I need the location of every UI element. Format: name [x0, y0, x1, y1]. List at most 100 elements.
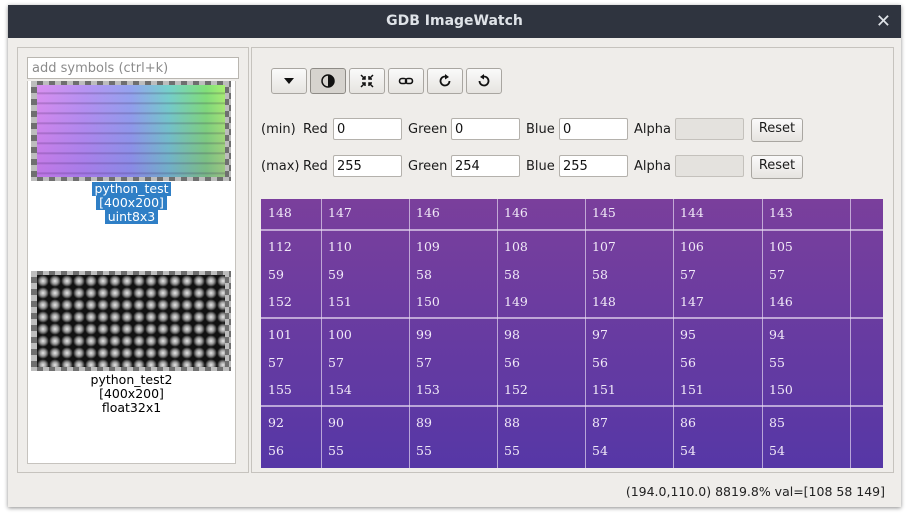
- min-red-label: Red: [303, 122, 328, 137]
- symbol-thumbnail: [31, 81, 231, 181]
- symbol-name: python_test2: [90, 372, 173, 387]
- max-reset-button[interactable]: Reset: [751, 155, 803, 179]
- max-blue-label: Blue: [526, 159, 555, 174]
- pixel-value: 155: [268, 382, 292, 397]
- pixel-value: 146: [769, 294, 793, 309]
- pixel-value: 154: [328, 382, 352, 397]
- status-readout: (194.0,110.0) 8819.8% val=[108 58 149]: [625, 484, 885, 499]
- dropdown-icon: [284, 78, 294, 84]
- title-bar: GDB ImageWatch ✕: [8, 5, 901, 38]
- min-label: (min): [261, 122, 296, 137]
- pixel-value: 59: [268, 266, 284, 282]
- pixel-grid-canvas[interactable]: 148 147 146 146 145 144 143 112 59 152 110 59 151 109…: [261, 199, 883, 468]
- pixel-value: 56: [680, 354, 696, 370]
- symbol-item-python-test2[interactable]: python_test2 [400x200] float32x1: [28, 271, 235, 421]
- pixel-value: 148: [268, 205, 292, 220]
- pixel-value: 57: [769, 266, 785, 282]
- min-green-label: Green: [408, 122, 448, 137]
- pixel-value: 146: [416, 205, 440, 220]
- max-green-input[interactable]: [451, 155, 520, 177]
- rotate-ccw-button[interactable]: [466, 68, 502, 94]
- grid-column-line: [585, 199, 586, 468]
- pixel-value: 85: [769, 415, 785, 430]
- shrink-icon: [360, 74, 374, 88]
- max-alpha-input: [675, 155, 744, 177]
- grid-row-line: [261, 229, 883, 231]
- min-red-input[interactable]: [333, 118, 402, 140]
- max-blue-input[interactable]: [559, 155, 628, 177]
- contrast-icon: [321, 74, 335, 88]
- min-alpha-input: [675, 118, 744, 140]
- pixel-value: 97: [592, 327, 608, 342]
- pixel-value: 150: [769, 382, 793, 397]
- pixel-value: 55: [504, 442, 520, 458]
- rotate-ccw-icon: [478, 74, 490, 87]
- link-icon: [398, 77, 414, 85]
- pixel-value: 99: [416, 327, 432, 342]
- close-icon[interactable]: ✕: [876, 5, 891, 38]
- min-alpha-label: Alpha: [634, 122, 671, 137]
- pixel-value: 95: [680, 327, 696, 342]
- pixel-value: 151: [592, 382, 616, 397]
- grid-column-line: [673, 199, 674, 468]
- pixel-value: 58: [504, 266, 520, 282]
- pixel-value: 143: [769, 205, 793, 220]
- grid-column-line: [321, 199, 322, 468]
- symbol-type: float32x1: [101, 400, 162, 415]
- pixel-value: 144: [680, 205, 704, 220]
- max-alpha-label: Alpha: [634, 159, 671, 174]
- grid-row-line: [261, 405, 883, 407]
- symbol-thumbnail: [31, 271, 231, 371]
- grid-row-line: [261, 317, 883, 319]
- dropdown-button[interactable]: [271, 68, 307, 94]
- symbol-list: python_test [400x200] uint8x3 python_tes…: [27, 81, 236, 464]
- pixel-value: 92: [268, 415, 284, 430]
- pixel-value: 57: [416, 354, 432, 370]
- rotate-cw-button[interactable]: [427, 68, 463, 94]
- pixel-value: 59: [328, 266, 344, 282]
- pixel-value: 54: [680, 442, 696, 458]
- pixel-value: 101: [268, 327, 292, 342]
- pixel-value: 90: [328, 415, 344, 430]
- pixel-value: 148: [592, 294, 616, 309]
- pixel-value: 98: [504, 327, 520, 342]
- pixel-value: 106: [680, 239, 704, 254]
- pixel-value: 56: [268, 442, 284, 458]
- pixel-value: 55: [416, 442, 432, 458]
- pixel-value: 152: [268, 294, 292, 309]
- min-reset-button[interactable]: Reset: [751, 118, 803, 142]
- contrast-button[interactable]: [310, 68, 346, 94]
- pixel-value: 107: [592, 239, 616, 254]
- pixel-value: 147: [328, 205, 352, 220]
- symbol-item-python-test[interactable]: python_test [400x200] uint8x3: [28, 81, 235, 231]
- min-blue-input[interactable]: [559, 118, 628, 140]
- pixel-value: 110: [328, 239, 352, 254]
- max-red-label: Red: [303, 159, 328, 174]
- pixel-value: 58: [592, 266, 608, 282]
- symbol-search-input[interactable]: [27, 57, 239, 79]
- grid-column-line: [409, 199, 410, 468]
- fit-button[interactable]: [349, 68, 385, 94]
- pixel-value: 147: [680, 294, 704, 309]
- pixel-value: 151: [328, 294, 352, 309]
- symbol-name: python_test: [91, 182, 172, 196]
- pixel-value: 153: [416, 382, 440, 397]
- pixel-value: 54: [592, 442, 608, 458]
- image-view-panel: (min) Red Green Blue Alpha Reset (max) R…: [251, 47, 894, 473]
- pixel-value: 150: [416, 294, 440, 309]
- link-button[interactable]: [388, 68, 424, 94]
- pixel-value: 152: [504, 382, 528, 397]
- max-green-label: Green: [408, 159, 448, 174]
- pixel-value: 89: [416, 415, 432, 430]
- pixel-value: 86: [680, 415, 696, 430]
- max-red-input[interactable]: [333, 155, 402, 177]
- pixel-value: 149: [504, 294, 528, 309]
- rotate-cw-icon: [439, 74, 451, 87]
- pixel-value: 109: [416, 239, 440, 254]
- grid-column-line: [497, 199, 498, 468]
- pixel-value: 108: [504, 239, 528, 254]
- pixel-value: 55: [769, 354, 785, 370]
- pixel-value: 94: [769, 327, 785, 342]
- min-green-input[interactable]: [451, 118, 520, 140]
- pixel-value: 54: [769, 442, 785, 458]
